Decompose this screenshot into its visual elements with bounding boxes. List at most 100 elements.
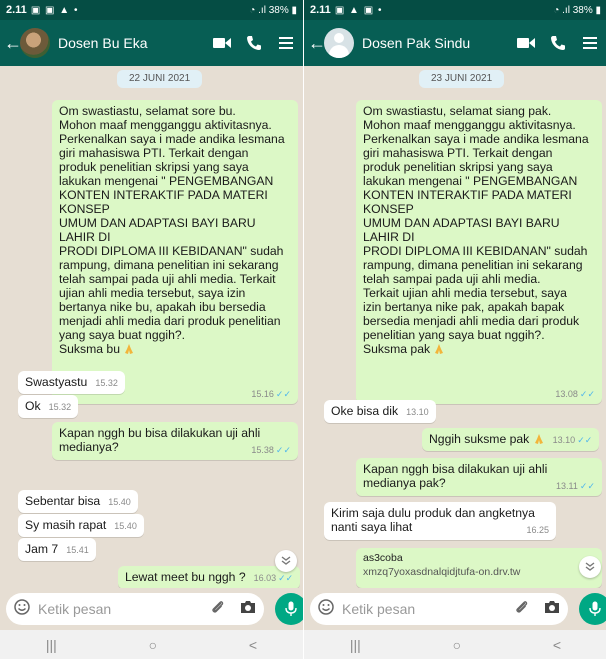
microphone-button[interactable] [579, 593, 606, 625]
message-last-line: Suksma bu [59, 342, 291, 356]
folded-hands-emoji-icon [435, 344, 444, 354]
chat-area[interactable]: 22 JUNI 2021 Om swastiastu, selamat sore… [0, 66, 303, 589]
back-button[interactable]: < [553, 637, 561, 653]
double-check-icon: ✓✓ [275, 445, 291, 455]
back-arrow-icon[interactable]: ← [4, 33, 22, 54]
signal-icon: ◔ .ıl [249, 4, 269, 16]
chat-header: ← Dosen Pak Sindu [304, 20, 606, 66]
notification-icons: ▣ ▣ ▲ • [30, 4, 79, 16]
battery-level: ◔ .ıl 38% ▮ [249, 4, 297, 16]
chat-header: ← Dosen Bu Eka [0, 20, 303, 66]
message-time: 15.32 [48, 402, 72, 412]
double-check-icon: ✓✓ [278, 573, 294, 583]
message-bubble-outgoing[interactable]: Nggih suksme pak 13.10 ✓✓ [422, 428, 600, 451]
video-call-icon[interactable] [209, 37, 235, 49]
status-time: 2.11 [6, 4, 27, 16]
message-input[interactable] [342, 601, 514, 617]
message-text: Om swastiastu, selamat siang pak. Mohon … [363, 104, 589, 342]
double-check-icon: ✓✓ [275, 389, 291, 399]
chevron-down-icon [585, 562, 595, 571]
message-meta: 13.11 ✓✓ [556, 481, 595, 491]
input-bar [304, 588, 606, 630]
microphone-icon [589, 601, 601, 616]
link-title[interactable]: as3coba [363, 551, 595, 565]
folded-hands-emoji-icon [125, 344, 134, 354]
avatar[interactable] [20, 28, 50, 58]
attach-icon[interactable] [210, 599, 226, 620]
message-input-box[interactable] [310, 593, 568, 625]
microphone-icon [285, 601, 297, 616]
double-check-icon: ✓✓ [577, 435, 593, 445]
chevron-down-icon [281, 556, 291, 565]
camera-icon[interactable] [240, 600, 256, 619]
back-button[interactable]: < [249, 637, 257, 653]
scroll-to-bottom-button[interactable] [275, 550, 297, 572]
contact-name[interactable]: Dosen Pak Sindu [362, 35, 507, 51]
video-call-icon[interactable] [513, 37, 539, 49]
contact-name[interactable]: Dosen Bu Eka [58, 35, 203, 51]
message-bubble-incoming[interactable]: Ok 15.32 [18, 395, 79, 418]
message-meta: 13.10 ✓✓ [552, 435, 593, 445]
message-bubble-incoming[interactable]: Sy masih rapat 15.40 [18, 514, 144, 537]
recents-button[interactable]: ||| [46, 637, 57, 653]
scroll-to-bottom-button[interactable] [579, 556, 601, 578]
message-bubble-incoming[interactable]: Swastyastu 15.32 [18, 371, 125, 394]
double-check-icon: ✓✓ [579, 389, 595, 399]
message-text: Lewat meet bu nggh ? [125, 570, 246, 584]
avatar[interactable] [324, 28, 354, 58]
message-time: 15.32 [95, 378, 118, 388]
menu-icon[interactable] [577, 36, 603, 50]
attach-icon[interactable] [514, 599, 530, 620]
message-input-box[interactable] [6, 593, 264, 625]
double-check-icon: ✓✓ [579, 481, 595, 491]
microphone-button[interactable] [275, 593, 303, 625]
link-url[interactable]: xmzq7yoxasdnalqidjtufa-on.drv.tw [363, 565, 595, 579]
message-text: Sebentar bisa [25, 494, 101, 508]
message-text: Om swastiastu, selamat sore bu. Mohon ma… [59, 104, 285, 342]
message-bubble-incoming[interactable]: Jam 7 15.41 [18, 538, 96, 561]
date-chip: 22 JUNI 2021 [117, 70, 203, 88]
phone-call-icon[interactable] [545, 35, 571, 51]
message-bubble-outgoing[interactable]: Om swastiastu, selamat sore bu. Mohon ma… [52, 100, 298, 404]
message-text: Oke bisa dik [331, 404, 399, 418]
back-arrow-icon[interactable]: ← [308, 33, 326, 54]
message-bubble-incoming[interactable]: Sebentar bisa 15.40 [18, 490, 138, 513]
camera-icon[interactable] [544, 600, 560, 619]
date-chip: 23 JUNI 2021 [419, 70, 505, 88]
emoji-icon[interactable] [318, 598, 334, 620]
battery-level: ◔ .ıl 38% ▮ [553, 4, 601, 16]
recents-button[interactable]: ||| [350, 637, 361, 653]
message-bubble-link[interactable]: as3coba xmzq7yoxasdnalqidjtufa-on.drv.tw [356, 548, 602, 588]
left-screen: 2.11 ▣ ▣ ▲ • ◔ .ıl 38% ▮ ← Dosen Bu Eka … [0, 0, 303, 659]
home-button[interactable]: ○ [149, 637, 157, 653]
message-time: 13.10 [406, 407, 429, 417]
input-bar [0, 588, 303, 630]
message-bubble-outgoing[interactable]: Om swastiastu, selamat siang pak. Mohon … [356, 100, 602, 404]
battery-icon: ▮ [592, 4, 601, 16]
message-meta: 15.16 ✓✓ [251, 389, 291, 399]
home-button[interactable]: ○ [453, 637, 461, 653]
message-text: Kirim saja dulu produk dan angketnya nan… [331, 506, 535, 534]
menu-icon[interactable] [273, 36, 299, 50]
message-time: 15.40 [108, 497, 131, 507]
folded-hands-emoji-icon [534, 434, 543, 444]
message-bubble-outgoing[interactable]: Lewat meet bu nggh ? 16.03 ✓✓ [118, 566, 301, 589]
system-nav-bar: ||| ○ < [304, 630, 606, 659]
message-bubble-outgoing[interactable]: Kapan nggh bisa dilakukan uji ahli media… [356, 458, 602, 496]
status-bar: 2.11 ▣ ▣ ▲ • ◔ .ıl 38% ▮ [0, 0, 303, 20]
chat-area[interactable]: 23 JUNI 2021 Om swastiastu, selamat sian… [304, 66, 606, 588]
phone-call-icon[interactable] [241, 35, 267, 51]
status-bar: 2.11 ▣ ▲ ▣ • ◔ .ıl 38% ▮ [304, 0, 606, 20]
message-bubble-outgoing[interactable]: Kapan nggh bu bisa dilakukan uji ahli me… [52, 422, 298, 460]
message-meta: 15.38 ✓✓ [251, 445, 291, 455]
message-bubble-incoming[interactable]: Kirim saja dulu produk dan angketnya nan… [324, 502, 556, 540]
message-bubble-incoming[interactable]: Oke bisa dik 13.10 [324, 400, 436, 423]
battery-icon: ▮ [288, 4, 297, 16]
message-time: 15.40 [114, 521, 137, 531]
message-input[interactable] [38, 601, 210, 617]
message-text: Nggih suksme pak [429, 432, 530, 446]
message-text: Sy masih rapat [25, 518, 107, 532]
emoji-icon[interactable] [14, 598, 30, 620]
message-text: Jam 7 [25, 542, 59, 556]
status-time: 2.11 [310, 4, 331, 16]
